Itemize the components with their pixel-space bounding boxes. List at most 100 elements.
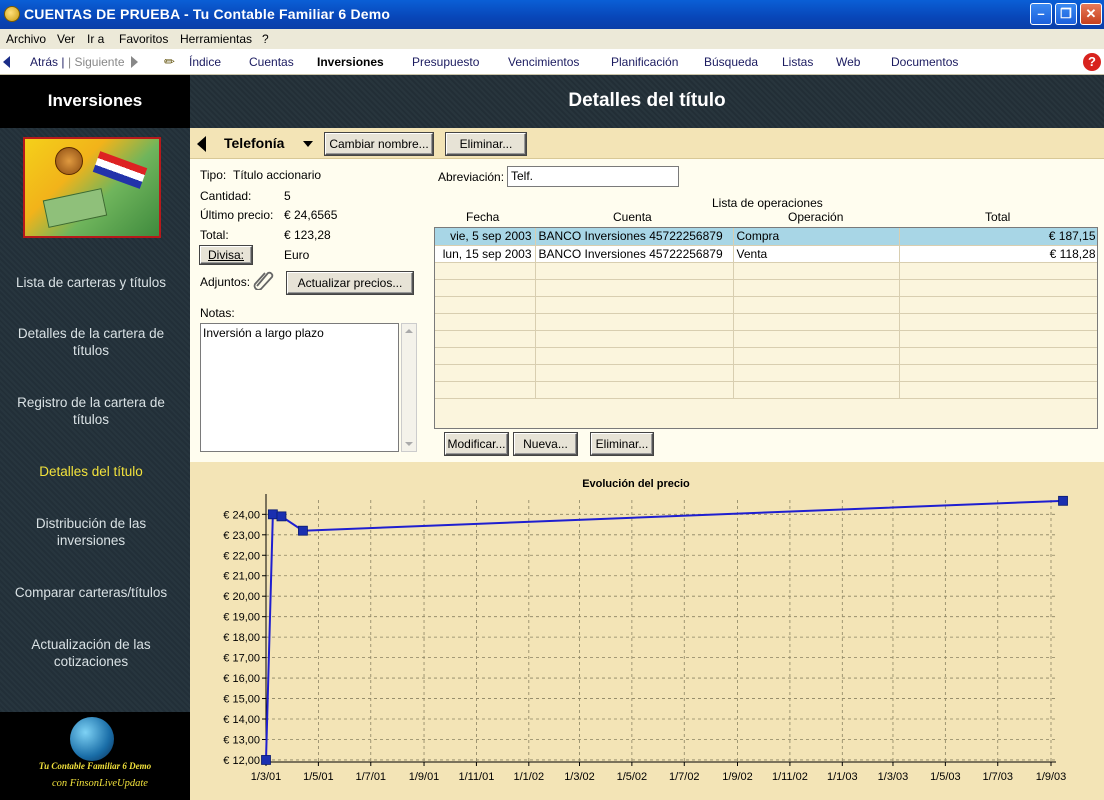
empty-cell xyxy=(899,313,1097,331)
divisa-button[interactable]: Divisa: xyxy=(200,246,252,264)
x-tick-label: 1/9/01 xyxy=(409,771,440,783)
menu-ver[interactable]: Ver xyxy=(57,32,75,46)
notes-textarea[interactable]: Inversión a largo plazo xyxy=(200,323,399,452)
chevron-down-icon[interactable] xyxy=(303,141,313,147)
empty-cell xyxy=(535,347,734,365)
menu-favoritos[interactable]: Favoritos xyxy=(119,32,168,46)
brand-liveupdate: con FinsonLiveUpdate xyxy=(52,778,148,789)
x-tick-label: 1/11/02 xyxy=(772,771,808,783)
delete-operation-button[interactable]: Eliminar... xyxy=(591,433,653,455)
cell-operacion: Compra xyxy=(733,228,900,246)
table-row-empty[interactable] xyxy=(435,279,1097,297)
abreviacion-input[interactable]: Telf. xyxy=(507,166,679,187)
security-toolbar: Telefonía Cambiar nombre... Eliminar... xyxy=(190,128,1104,159)
sidebar-item-detalles-titulo[interactable]: Detalles del título xyxy=(0,463,182,480)
cell-cuenta: BANCO Inversiones 45722256879 xyxy=(535,228,734,246)
menu-herramientas[interactable]: Herramientas xyxy=(180,32,252,46)
empty-cell xyxy=(535,279,734,297)
nav-bar: Atrás | | Siguiente ✏ Índice Cuentas Inv… xyxy=(0,49,1104,75)
delete-security-button[interactable]: Eliminar... xyxy=(446,133,526,155)
back-arrow-icon[interactable] xyxy=(3,56,10,68)
nav-web[interactable]: Web xyxy=(836,55,860,69)
cell-cuenta: BANCO Inversiones 45722256879 xyxy=(535,245,734,263)
rename-button[interactable]: Cambiar nombre... xyxy=(325,133,433,155)
sidebar-item-detalles-cartera[interactable]: Detalles de la cartera de títulos xyxy=(0,325,182,359)
nav-presupuesto[interactable]: Presupuesto xyxy=(412,55,479,69)
empty-cell xyxy=(733,279,900,297)
table-row-empty[interactable] xyxy=(435,364,1097,382)
table-row-empty[interactable] xyxy=(435,347,1097,365)
y-tick-label: € 20,00 xyxy=(223,591,260,603)
notes-scrollbar[interactable] xyxy=(401,323,417,452)
app-coin-icon xyxy=(4,6,20,22)
empty-cell xyxy=(733,364,900,382)
price-point xyxy=(267,509,278,520)
adjuntos-label: Adjuntos: xyxy=(200,275,251,289)
cell-fecha: lun, 15 sep 2003 xyxy=(435,245,536,263)
nav-cuentas[interactable]: Cuentas xyxy=(249,55,294,69)
nav-planificacion[interactable]: Planificación xyxy=(611,55,678,69)
empty-cell xyxy=(535,330,734,348)
x-tick-label: 1/11/01 xyxy=(458,771,494,783)
security-name[interactable]: Telefonía xyxy=(224,135,284,151)
pencil-icon: ✏ xyxy=(164,54,175,69)
column-fecha[interactable]: Fecha xyxy=(466,210,499,224)
sidebar-item-distribucion[interactable]: Distribución de las inversiones xyxy=(0,515,182,549)
y-tick-label: € 15,00 xyxy=(223,694,260,706)
sidebar-item-lista-carteras[interactable]: Lista de carteras y títulos xyxy=(0,274,182,291)
menu-help[interactable]: ? xyxy=(262,32,269,46)
nav-listas[interactable]: Listas xyxy=(782,55,813,69)
y-tick-label: € 12,00 xyxy=(223,755,260,767)
minimize-button[interactable]: – xyxy=(1030,3,1052,25)
x-tick-label: 1/7/02 xyxy=(669,771,700,783)
price-chart-panel: Evolución del precio € 12,00 € 13,00 € 14,… xyxy=(190,462,1104,800)
brand-name: Tu Contable Familiar 6 Demo xyxy=(38,761,152,771)
sidebar-item-registro-cartera[interactable]: Registro de la cartera de títulos xyxy=(0,394,182,428)
empty-cell xyxy=(435,364,536,382)
menu-archivo[interactable]: Archivo xyxy=(6,32,46,46)
nav-inversiones[interactable]: Inversiones xyxy=(317,55,384,69)
sidebar-item-comparar[interactable]: Comparar carteras/títulos xyxy=(0,584,182,601)
maximize-button[interactable]: ❐ xyxy=(1055,3,1077,25)
new-operation-button[interactable]: Nueva... xyxy=(514,433,577,455)
help-icon[interactable]: ? xyxy=(1083,53,1101,71)
sidebar: Inversiones Lista de carteras y títulos … xyxy=(0,75,190,800)
column-operacion[interactable]: Operación xyxy=(788,210,843,224)
modify-operation-button[interactable]: Modificar... xyxy=(445,433,508,455)
cantidad-label: Cantidad: xyxy=(200,189,252,203)
table-row-empty[interactable] xyxy=(435,296,1097,314)
scroll-up-icon[interactable] xyxy=(405,329,413,333)
next-arrow-icon[interactable] xyxy=(131,56,138,68)
operations-grid[interactable]: vie, 5 sep 2003 BANCO Inversiones 457222… xyxy=(434,227,1098,429)
x-tick-label: 1/5/02 xyxy=(617,771,648,783)
sidebar-item-label: Detalles de la cartera de xyxy=(17,326,165,341)
empty-cell xyxy=(435,262,536,280)
column-cuenta[interactable]: Cuenta xyxy=(613,210,652,224)
paperclip-icon[interactable] xyxy=(251,268,275,290)
back-link[interactable]: Atrás | xyxy=(30,55,64,69)
table-row-empty[interactable] xyxy=(435,330,1097,348)
menu-bar: Archivo Ver Ir a Favoritos Herramientas … xyxy=(0,29,1104,49)
table-row-empty[interactable] xyxy=(435,313,1097,331)
total-label: Total: xyxy=(200,228,229,242)
close-button[interactable]: ✕ xyxy=(1080,3,1102,25)
table-row[interactable]: vie, 5 sep 2003 BANCO Inversiones 457222… xyxy=(435,228,1097,246)
nav-busqueda[interactable]: Búsqueda xyxy=(704,55,758,69)
column-total[interactable]: Total xyxy=(985,210,1010,224)
scroll-down-icon[interactable] xyxy=(405,442,413,446)
nav-vencimientos[interactable]: Vencimientos xyxy=(508,55,579,69)
sidebar-item-actualizacion[interactable]: Actualización de las cotizaciones xyxy=(0,636,182,670)
sidebar-item-label: Comparar carteras/títulos xyxy=(14,585,168,600)
table-row-empty[interactable] xyxy=(435,381,1097,399)
menu-ir-a[interactable]: Ir a xyxy=(87,32,104,46)
table-row[interactable]: lun, 15 sep 2003 BANCO Inversiones 45722… xyxy=(435,245,1097,263)
empty-cell xyxy=(899,364,1097,382)
nav-indice[interactable]: Índice xyxy=(189,55,221,69)
nav-documentos[interactable]: Documentos xyxy=(891,55,958,69)
sidebar-title: Inversiones xyxy=(0,75,190,128)
table-row-empty[interactable] xyxy=(435,262,1097,280)
next-link[interactable]: | Siguiente xyxy=(68,55,125,69)
update-prices-button[interactable]: Actualizar precios... xyxy=(287,272,413,294)
y-tick-label: € 16,00 xyxy=(223,673,260,685)
back-triangle-icon[interactable] xyxy=(197,136,206,152)
